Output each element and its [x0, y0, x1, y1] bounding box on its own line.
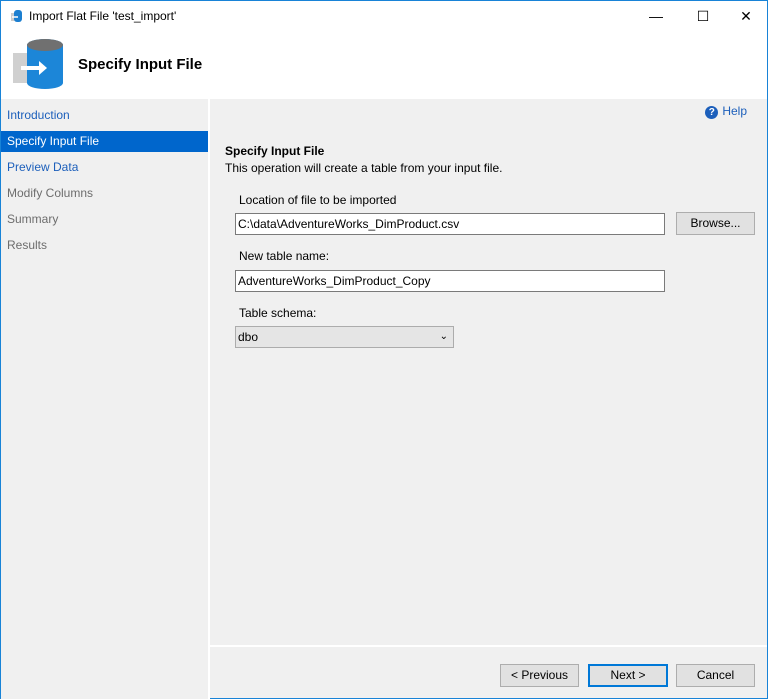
- help-link[interactable]: ? Help: [705, 104, 747, 119]
- title-bar: Import Flat File 'test_import' — ☐ ✕: [1, 1, 767, 31]
- sidebar-item-specify-input-file[interactable]: Specify Input File: [1, 131, 208, 152]
- table-schema-value: dbo: [238, 330, 259, 344]
- table-name-input[interactable]: AdventureWorks_DimProduct_Copy: [235, 270, 665, 292]
- maximize-button[interactable]: ☐: [680, 1, 726, 31]
- sidebar-item-modify-columns: Modify Columns: [7, 186, 94, 200]
- help-icon: ?: [705, 106, 719, 119]
- help-label: Help: [722, 104, 747, 118]
- section-description: This operation will create a table from …: [225, 161, 503, 175]
- sidebar-item-results: Results: [7, 238, 48, 252]
- wizard-header: Specify Input File: [1, 31, 767, 99]
- sidebar-item-introduction[interactable]: Introduction: [1, 102, 208, 128]
- import-database-icon: [13, 39, 63, 89]
- wizard-steps: Introduction Specify Input File Preview …: [1, 99, 208, 699]
- sidebar-item-preview-data[interactable]: Preview Data: [1, 154, 208, 180]
- section-title: Specify Input File: [225, 144, 325, 158]
- main-content: ? Help Specify Input File This operation …: [210, 99, 767, 645]
- browse-button[interactable]: Browse...: [676, 212, 755, 235]
- page-title: Specify Input File: [78, 56, 203, 73]
- sidebar-item-summary: Summary: [7, 212, 59, 226]
- table-name-label: New table name:: [239, 249, 330, 263]
- footer-divider: [210, 645, 767, 647]
- chevron-down-icon: ⌄: [439, 331, 448, 342]
- database-icon: [11, 10, 22, 22]
- close-button[interactable]: ✕: [723, 1, 768, 31]
- table-schema-label: Table schema:: [239, 306, 317, 320]
- cancel-button[interactable]: Cancel: [676, 664, 755, 687]
- next-button[interactable]: Next >: [588, 664, 668, 687]
- file-location-input[interactable]: C:\data\AdventureWorks_DimProduct.csv: [235, 213, 665, 235]
- minimize-button[interactable]: —: [633, 1, 679, 31]
- import-flat-file-window: Import Flat File 'test_import' — ☐ ✕ Spe…: [0, 0, 768, 699]
- previous-button[interactable]: < Previous: [500, 664, 579, 687]
- location-label: Location of file to be imported: [239, 193, 397, 207]
- table-schema-select[interactable]: dbo ⌄: [235, 326, 454, 348]
- window-title: Import Flat File 'test_import': [29, 9, 177, 23]
